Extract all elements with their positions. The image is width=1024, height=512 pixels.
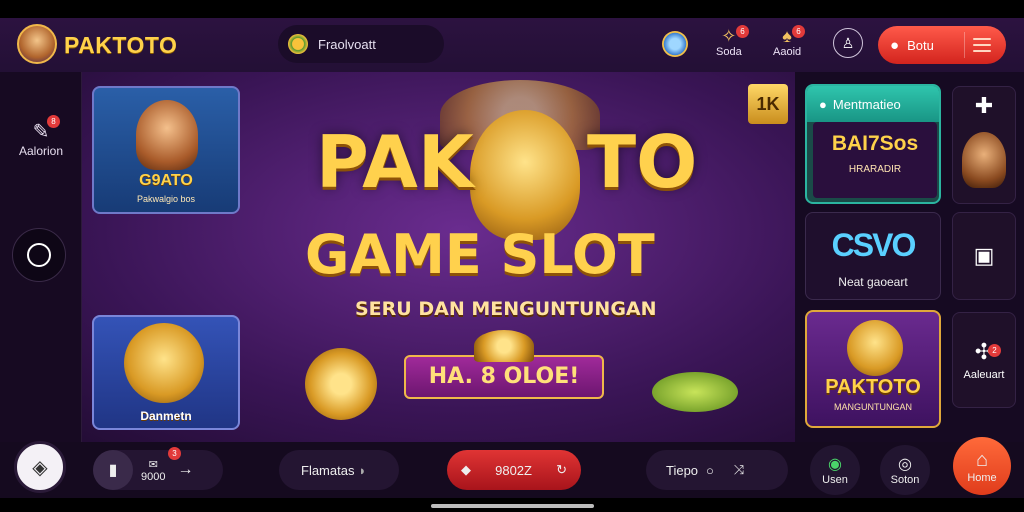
acoid-label: Aaoid [773, 46, 802, 58]
search-pill[interactable]: Fraolvoatt [278, 25, 444, 63]
action-button[interactable]: ● Botu [878, 26, 1006, 64]
hero-title-line2: GAME SLOT [305, 223, 655, 286]
side-tile-aaleuart[interactable]: ✣ Aaleuart [952, 312, 1016, 408]
tiepo-pill[interactable]: Tiepo ○ ⤨ [646, 450, 788, 490]
wallet-amount: 9000 [141, 470, 166, 483]
promo-tile-header-label: Mentmatieo [832, 96, 901, 112]
menu-icon[interactable] [964, 32, 998, 58]
profile-button[interactable]: ♙ [833, 28, 863, 58]
promo-tile-mentmatieo[interactable]: ● Mentmatieo BAI7Sos HRARADIR [805, 84, 941, 204]
search-value: Fraolvoatt [318, 36, 376, 52]
side-tile-camera[interactable]: ▣ [952, 212, 1016, 300]
tiepo-label: Tiepo [666, 462, 699, 478]
side-tile-label: Aaleuart [963, 369, 1005, 381]
refresh-button[interactable] [12, 228, 66, 282]
filter-pill[interactable]: Flamatas ◗ [279, 450, 399, 490]
card-title: G9ATO [139, 172, 193, 189]
home-icon: ⌂ [975, 448, 989, 471]
gift-icon: ✉ [148, 458, 158, 471]
home-indicator[interactable] [431, 504, 594, 508]
csvo-label: Neat gaoeart [838, 275, 908, 289]
csvo-logo: CSVO [831, 227, 917, 263]
card-subtitle: Pakwalgio bos [136, 194, 196, 204]
acoid-badge: 6 [792, 25, 805, 38]
promo-tile-header: ● Mentmatieo [807, 86, 939, 122]
filter-toggle-icon: ◗ [358, 462, 367, 478]
paktoto-tile-subtitle: MANGUNTUNGAN [834, 402, 912, 412]
wallet-icon: ▮ [93, 450, 133, 490]
hero-subtitle: SERU DAN MENGUNTUNGAN [355, 298, 657, 320]
paktoto-tile-title: PAKTOTO [825, 376, 921, 398]
card-mask-image [124, 323, 204, 403]
wallet-pill[interactable]: ▮ ✉ 9000 → [93, 450, 223, 490]
profile-icon: ♙ [841, 34, 855, 51]
bonus-badge-image [652, 372, 738, 412]
k-box-icon[interactable]: 1K [748, 84, 788, 124]
home-button[interactable]: ⌂ Home [953, 437, 1011, 495]
acoid-icon: ♠ [782, 26, 792, 46]
status-bar [0, 0, 1024, 18]
warrior-image [962, 132, 1006, 188]
refresh-small-icon: ↻ [556, 462, 567, 477]
usen-icon: ◉ [828, 456, 842, 473]
action-icon: ● [890, 36, 900, 54]
promo-tile-csvo[interactable]: CSVO Neat gaoeart [805, 212, 941, 300]
support-icon: ◈ [32, 456, 48, 479]
game-card-gato[interactable]: G9ATO Pakwalgio bos [92, 86, 240, 214]
support-fab[interactable]: ◈ [14, 441, 66, 493]
promo-tile-big: BAI7Sos [831, 132, 919, 155]
gold-coin-image [305, 348, 377, 420]
hero-title-right: TO [587, 120, 698, 204]
soda-label: Soda [716, 46, 742, 58]
soton-button[interactable]: ◎ Soton [880, 445, 930, 495]
hero-character-image [470, 110, 580, 240]
usen-label: Usen [822, 474, 848, 486]
plus-cross-icon: ✚ [974, 93, 994, 118]
promo-tile-paktoto[interactable]: PAKTOTO MANGUNTUNGAN [805, 310, 941, 428]
soton-icon: ◎ [898, 456, 912, 473]
hero-title-line1: PAK TO [316, 124, 697, 200]
soda-badge: 6 [736, 25, 749, 38]
tiepo-toggle-icon: ○ [706, 462, 714, 478]
swap-icon[interactable]: ⤨ [734, 462, 744, 478]
card-title: Danmetn [140, 409, 192, 423]
promo-tile-small: HRARADIR [848, 164, 902, 175]
left-rail-label: Aalorion [18, 144, 64, 158]
refresh-icon [27, 243, 51, 267]
soda-icon: ✧ [721, 26, 737, 46]
coin-icon[interactable] [662, 31, 688, 57]
wallet-info: ✉ 9000 [141, 458, 165, 483]
game-card-danmetn[interactable]: Danmetn [92, 315, 240, 430]
home-label: Home [967, 471, 997, 484]
promo-tile-inner: BAI7Sos HRARADIR [813, 122, 937, 198]
arrow-right-icon[interactable]: → [177, 461, 193, 479]
brand-logo-text[interactable]: PAKTOTO [64, 32, 177, 59]
hero-title-left: PAK [316, 120, 474, 204]
wallet-badge: 3 [168, 447, 181, 460]
puzzle-icon: ✎ [32, 121, 50, 143]
side-tile-badge: 2 [988, 344, 1001, 357]
action-label: Botu [907, 37, 934, 53]
soton-label: Soton [890, 474, 920, 486]
paktoto-character-image [847, 320, 903, 376]
bet-label: 9802Z [495, 462, 532, 478]
bet-pill[interactable]: ◆ 9802Z ↻ [447, 450, 581, 490]
usen-button[interactable]: ◉ Usen [810, 445, 860, 495]
search-logo-icon [288, 34, 308, 54]
ticket-icon: ◆ [461, 462, 471, 477]
chat-icon: ● [819, 96, 827, 112]
brand-avatar[interactable] [17, 24, 57, 64]
gold-crest-image [474, 330, 534, 362]
left-rail-badge: 8 [47, 115, 60, 128]
card-character-image [136, 100, 198, 170]
camera-icon: ▣ [973, 243, 995, 268]
app-root: PAKTOTO Fraolvoatt ✧ Soda 6 ♠ Aaoid 6 ♙ … [0, 0, 1024, 512]
filter-label: Flamatas [301, 462, 355, 478]
left-rail-item[interactable]: ✎ Aalorion [0, 120, 82, 158]
side-tile-character[interactable]: ✚ [952, 86, 1016, 204]
